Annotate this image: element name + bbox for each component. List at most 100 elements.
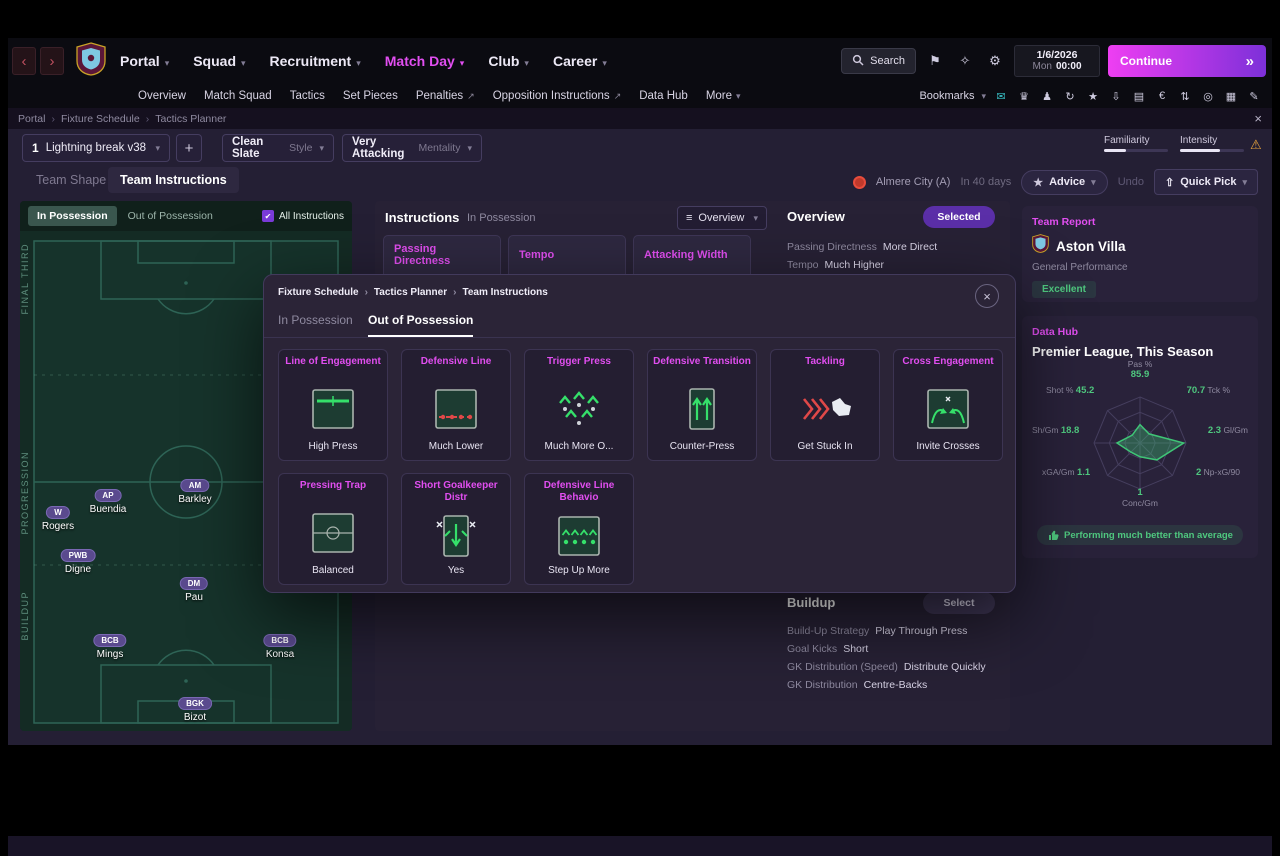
checkbox-icon: ✔	[262, 210, 274, 222]
nav-career[interactable]: Career ▾	[553, 53, 607, 69]
nav-recruitment[interactable]: Recruitment ▾	[270, 53, 361, 69]
subnav-data-hub[interactable]: Data Hub	[639, 90, 688, 102]
double-chevron-icon: »	[1246, 53, 1254, 70]
messages-icon[interactable]: ✉	[993, 88, 1009, 104]
toggle-in-possession[interactable]: In Possession	[28, 206, 117, 226]
pitch-player-barkley[interactable]: AM Barkley	[178, 479, 211, 505]
view-dropdown[interactable]: ≡ Overview ▾	[677, 206, 767, 230]
top-bar: ‹ › Portal ▾ Squad ▾ Recruitment ▾ Match…	[8, 38, 1272, 84]
awards-icon[interactable]: ★	[1085, 88, 1101, 104]
search-button[interactable]: Search	[841, 48, 916, 74]
card-cross-engagement[interactable]: Cross Engagement Invite Crosses	[893, 349, 1003, 461]
nav-match-day[interactable]: Match Day ▾	[385, 53, 465, 69]
pitch-player-buendia[interactable]: AP Buendia	[90, 489, 127, 515]
card-trigger-press[interactable]: Trigger Press Much More O...	[524, 349, 634, 461]
inbox-icon[interactable]: ▤	[1131, 88, 1147, 104]
buildup-row: GK DistributionCentre-Backs	[787, 679, 927, 691]
team-name: Aston Villa	[1056, 239, 1126, 254]
tab-team-shape[interactable]: Team Shape	[24, 167, 118, 193]
modal-breadcrumb: Fixture Schedule › Tactics Planner › Tea…	[278, 287, 548, 298]
pitch-player-konsa[interactable]: BCB Konsa	[263, 634, 296, 660]
breadcrumb-portal[interactable]: Portal	[18, 113, 45, 125]
modal-tab-in-possession[interactable]: In Possession	[278, 313, 353, 335]
radar-label-shot: Shot % 45.2	[1046, 385, 1094, 396]
team-report-subtitle: General Performance	[1032, 262, 1248, 273]
breadcrumb-separator: ›	[365, 287, 368, 298]
pitch-player-rogers[interactable]: W Rogers	[42, 506, 74, 532]
card-defensive-line-behaviour[interactable]: Defensive Line Behavio Step Up More	[524, 473, 634, 585]
overview-selected-button[interactable]: Selected	[923, 206, 995, 228]
back-button[interactable]: ‹	[12, 47, 36, 75]
subnav-tactics[interactable]: Tactics	[290, 90, 325, 102]
trigger-press-icon	[551, 376, 607, 441]
star-icon: ★	[1033, 176, 1043, 189]
nav-club[interactable]: Club ▾	[488, 53, 529, 69]
all-instructions-toggle[interactable]: ✔ All Instructions	[262, 210, 344, 222]
search-icon	[852, 54, 864, 69]
tab-tempo[interactable]: Tempo	[508, 235, 626, 275]
chevron-down-icon: ▾	[460, 58, 465, 69]
advice-button[interactable]: ★ Advice ▾	[1021, 170, 1107, 195]
finances-icon[interactable]: €	[1154, 88, 1170, 104]
breadcrumb-fixture-schedule[interactable]: Fixture Schedule	[61, 113, 140, 125]
opponent-name: Almere City (A)	[876, 176, 951, 188]
scouting-icon[interactable]: ◎	[1200, 88, 1216, 104]
toggle-out-of-possession[interactable]: Out of Possession	[119, 206, 222, 226]
modal-tab-out-of-possession[interactable]: Out of Possession	[368, 313, 473, 337]
pitch-player-mings[interactable]: BCB Mings	[93, 634, 126, 660]
card-short-goalkeeper-distribution[interactable]: Short Goalkeeper Distr Yes	[401, 473, 511, 585]
subnav-more[interactable]: More▾	[706, 90, 741, 102]
instructions-phase: In Possession	[467, 212, 535, 224]
transfers-icon[interactable]: ⇅	[1177, 88, 1193, 104]
chevron-down-icon: ▾	[1091, 177, 1096, 188]
sync-icon[interactable]: ↻	[1062, 88, 1078, 104]
nav-portal[interactable]: Portal ▾	[120, 53, 169, 69]
continue-button[interactable]: Continue »	[1108, 45, 1266, 77]
buildup-select-button[interactable]: Select	[923, 592, 995, 614]
bookmark-flag-icon[interactable]: ⚑	[924, 50, 946, 72]
pitch-player-digne[interactable]: PWB Digne	[61, 549, 96, 575]
forward-button[interactable]: ›	[40, 47, 64, 75]
card-tackling[interactable]: Tackling Get Stuck In	[770, 349, 880, 461]
intensity-meter: Intensity	[1180, 135, 1244, 152]
external-link-icon: ↗	[467, 91, 475, 102]
pitch-player-bizot[interactable]: BGK Bizot	[178, 697, 212, 723]
subnav-overview[interactable]: Overview	[138, 90, 186, 102]
card-pressing-trap[interactable]: Pressing Trap Balanced	[278, 473, 388, 585]
footer-strip	[8, 836, 1272, 856]
opponent-crest-icon	[853, 176, 866, 189]
subnav-set-pieces[interactable]: Set Pieces	[343, 90, 398, 102]
modal-close-button[interactable]: ×	[975, 284, 999, 308]
settings-gear-icon[interactable]: ⚙	[984, 50, 1006, 72]
undo-button[interactable]: Undo	[1118, 176, 1144, 188]
squad-icon[interactable]: ♟	[1039, 88, 1055, 104]
notes-icon[interactable]: ✎	[1246, 88, 1262, 104]
data-hub-badge: Performing much better than average	[1037, 525, 1243, 545]
close-icon[interactable]: ×	[1254, 111, 1262, 126]
tab-passing-directness[interactable]: Passing Directness	[383, 235, 501, 275]
subnav-penalties[interactable]: Penalties↗	[416, 90, 475, 102]
tab-attacking-width[interactable]: Attacking Width	[633, 235, 751, 275]
pitch-player-pau[interactable]: DM Pau	[180, 577, 208, 603]
subnav-match-squad[interactable]: Match Squad	[204, 90, 272, 102]
tab-team-instructions[interactable]: Team Instructions	[108, 167, 239, 193]
add-tactic-button[interactable]: +	[176, 134, 202, 162]
competition-icon[interactable]: ♛	[1016, 88, 1032, 104]
pressing-trap-icon	[305, 500, 361, 565]
tactic-select[interactable]: 1 Lightning break v38 ▾	[22, 134, 170, 162]
main-content: 1 Lightning break v38 ▾ + Clean Slate St…	[8, 129, 1272, 745]
calendar-icon[interactable]: ▦	[1223, 88, 1239, 104]
download-icon[interactable]: ⇩	[1108, 88, 1124, 104]
quick-pick-button[interactable]: ⇧ Quick Pick ▾	[1154, 169, 1258, 195]
mentality-select[interactable]: Very Attacking Mentality ▾	[342, 134, 482, 162]
breadcrumb-tactics-planner[interactable]: Tactics Planner	[155, 113, 226, 125]
card-defensive-line[interactable]: Defensive Line Much Lower	[401, 349, 511, 461]
nav-squad[interactable]: Squad ▾	[193, 53, 245, 69]
style-select[interactable]: Clean Slate Style ▾	[222, 134, 334, 162]
card-defensive-transition[interactable]: Defensive Transition Counter-Press	[647, 349, 757, 461]
subnav-opposition-instructions[interactable]: Opposition Instructions↗	[493, 90, 622, 102]
idea-icon[interactable]: ✧	[954, 50, 976, 72]
bookmarks-dropdown[interactable]: Bookmarks	[919, 90, 974, 102]
team-instructions-modal: Fixture Schedule › Tactics Planner › Tea…	[263, 274, 1016, 593]
card-line-of-engagement[interactable]: Line of Engagement High Press	[278, 349, 388, 461]
